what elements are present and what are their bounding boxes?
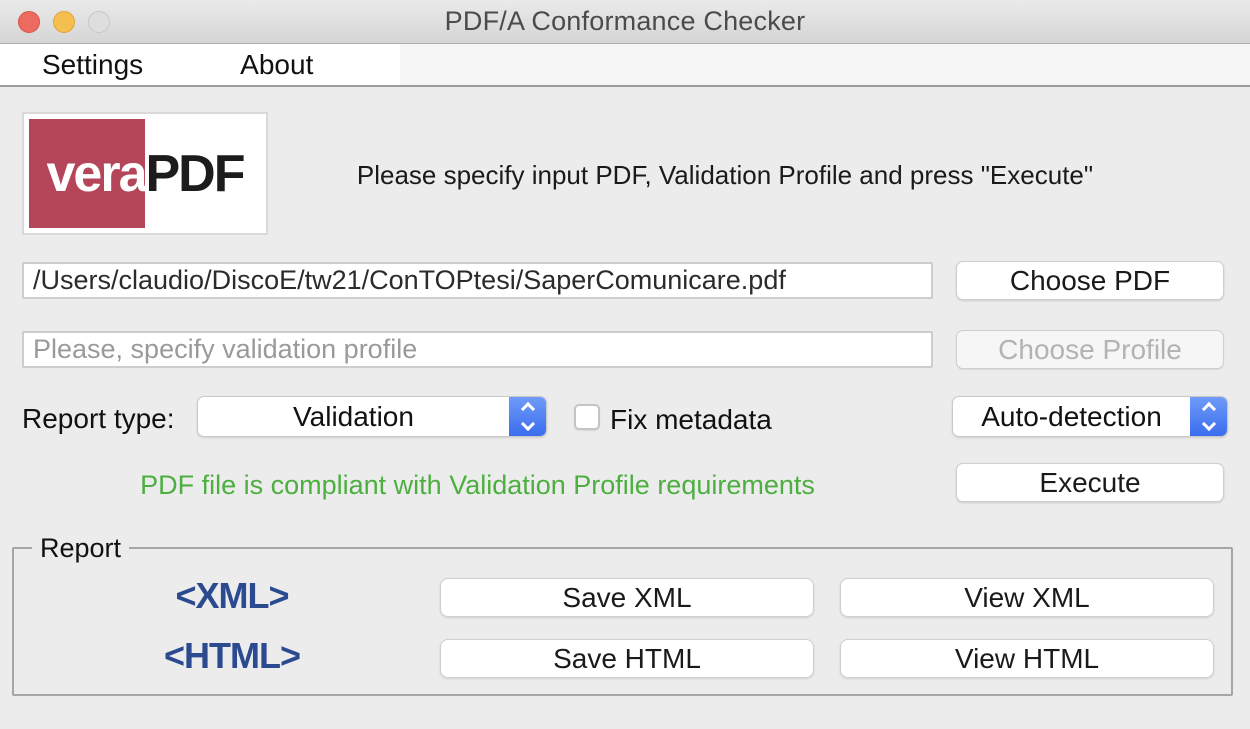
save-xml-button[interactable]: Save XML [440, 578, 814, 617]
menu-settings[interactable]: Settings [42, 49, 143, 81]
chevron-down-icon [520, 417, 534, 431]
logo-pdf-label: PDF [146, 144, 244, 204]
window-title: PDF/A Conformance Checker [445, 6, 806, 37]
logo-text: veraPDF [24, 114, 266, 233]
minimize-icon[interactable] [53, 11, 75, 33]
report-group: Report <XML> Save XML View XML <HTML> Sa… [12, 547, 1233, 696]
save-html-button[interactable]: Save HTML [440, 639, 814, 678]
chevron-up-icon [1201, 402, 1215, 416]
view-html-button[interactable]: View HTML [840, 639, 1214, 678]
verapdf-logo: veraPDF [22, 112, 268, 235]
app-window: PDF/A Conformance Checker Settings About… [0, 0, 1250, 729]
report-type-value: Validation [293, 401, 451, 433]
report-group-title: Report [32, 533, 129, 564]
menu-strip: Settings About [0, 44, 400, 85]
fix-metadata-checkbox[interactable] [574, 404, 600, 430]
window-controls [18, 0, 110, 43]
report-type-label: Report type: [22, 403, 175, 435]
menu-about[interactable]: About [240, 49, 313, 81]
status-message: PDF file is compliant with Validation Pr… [22, 470, 933, 501]
stepper-icon [509, 397, 546, 436]
fix-metadata-label: Fix metadata [610, 404, 772, 436]
instruction-text: Please specify input PDF, Validation Pro… [280, 160, 1170, 191]
flavour-value: Auto-detection [981, 401, 1199, 433]
html-badge: <HTML> [92, 635, 372, 677]
view-xml-button[interactable]: View XML [840, 578, 1214, 617]
chevron-down-icon [1201, 417, 1215, 431]
pdf-path-input[interactable] [22, 262, 933, 299]
stepper-icon [1190, 397, 1227, 436]
close-icon[interactable] [18, 11, 40, 33]
xml-badge: <XML> [92, 575, 372, 617]
execute-button[interactable]: Execute [956, 463, 1224, 502]
chevron-up-icon [520, 402, 534, 416]
flavour-dropdown[interactable]: Auto-detection [952, 396, 1228, 437]
zoom-icon [88, 11, 110, 33]
menu-bar: Settings About [0, 44, 1250, 87]
choose-profile-button: Choose Profile [956, 330, 1224, 369]
logo-vera-label: vera [47, 144, 146, 204]
choose-pdf-button[interactable]: Choose PDF [956, 261, 1224, 300]
title-bar: PDF/A Conformance Checker [0, 0, 1250, 44]
validation-profile-input[interactable] [22, 331, 933, 368]
report-type-dropdown[interactable]: Validation [197, 396, 547, 437]
